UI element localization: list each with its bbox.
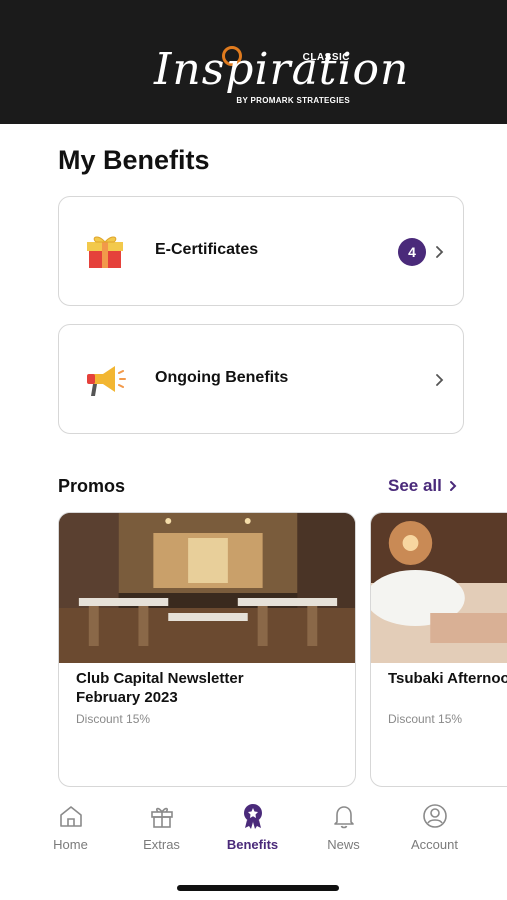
logo-classic-text: CLASSIC [302, 52, 350, 63]
tab-benefits[interactable]: Benefits [207, 795, 298, 865]
page-title: My Benefits [58, 145, 210, 175]
promo-title: Tsubaki Afternoo Above Restauran [388, 670, 507, 687]
tab-account[interactable]: Account [389, 795, 480, 865]
chevron-right-icon [436, 246, 444, 258]
spa-photo [371, 513, 507, 663]
promo-title: Club Capital Newsletter February 2023 [76, 670, 244, 706]
restaurant-photo [59, 513, 355, 663]
tab-label: Account [411, 837, 458, 852]
see-all-label: See all [388, 476, 442, 495]
tab-home[interactable]: Home [25, 795, 116, 865]
chevron-right-icon [436, 374, 444, 386]
app-header: Inspiration CLASSIC BY PROMARK STRATEGIE… [0, 0, 507, 124]
megaphone-icon [87, 366, 126, 396]
promos-heading: Promos [58, 476, 126, 496]
ongoing-benefits-label: Ongoing Benefits [155, 369, 289, 386]
promo-discount: Discount 15% [76, 712, 151, 726]
e-certificates-label: E-Certificates [155, 241, 259, 258]
home-indicator [177, 885, 339, 891]
promo-discount: Discount 15% [388, 712, 463, 726]
chevron-right-icon [449, 481, 457, 491]
gift-icon [151, 807, 173, 828]
bottom-tab-bar: Home Extras Benefits News Account [0, 795, 507, 865]
ongoing-benefits-card[interactable]: Ongoing Benefits [58, 324, 464, 434]
promo-card[interactable]: Tsubaki Afternoo Above Restauran Discoun… [370, 512, 507, 787]
see-all-link[interactable]: See all [388, 476, 458, 496]
tab-news[interactable]: News [298, 795, 389, 865]
e-certificates-card[interactable]: E-Certificates 4 [58, 196, 464, 306]
logo-script-text: Inspiration [154, 44, 410, 95]
count-badge: 4 [398, 238, 426, 266]
promo-card[interactable]: Club Capital Newsletter February 2023 Di… [58, 512, 356, 787]
tab-label: Home [53, 837, 88, 852]
bell-icon [334, 806, 354, 829]
home-icon [60, 806, 82, 827]
inspiration-logo: Inspiration CLASSIC BY PROMARK STRATEGIE… [150, 40, 408, 112]
tab-label: Benefits [226, 837, 279, 852]
badge-star-icon [244, 804, 262, 829]
tab-extras[interactable]: Extras [116, 795, 207, 865]
user-circle-icon [423, 804, 447, 828]
gift-icon [87, 236, 123, 268]
tab-label: Extras [143, 837, 180, 852]
logo-byline: BY PROMARK STRATEGIES [236, 96, 350, 105]
tab-label: News [327, 837, 360, 852]
